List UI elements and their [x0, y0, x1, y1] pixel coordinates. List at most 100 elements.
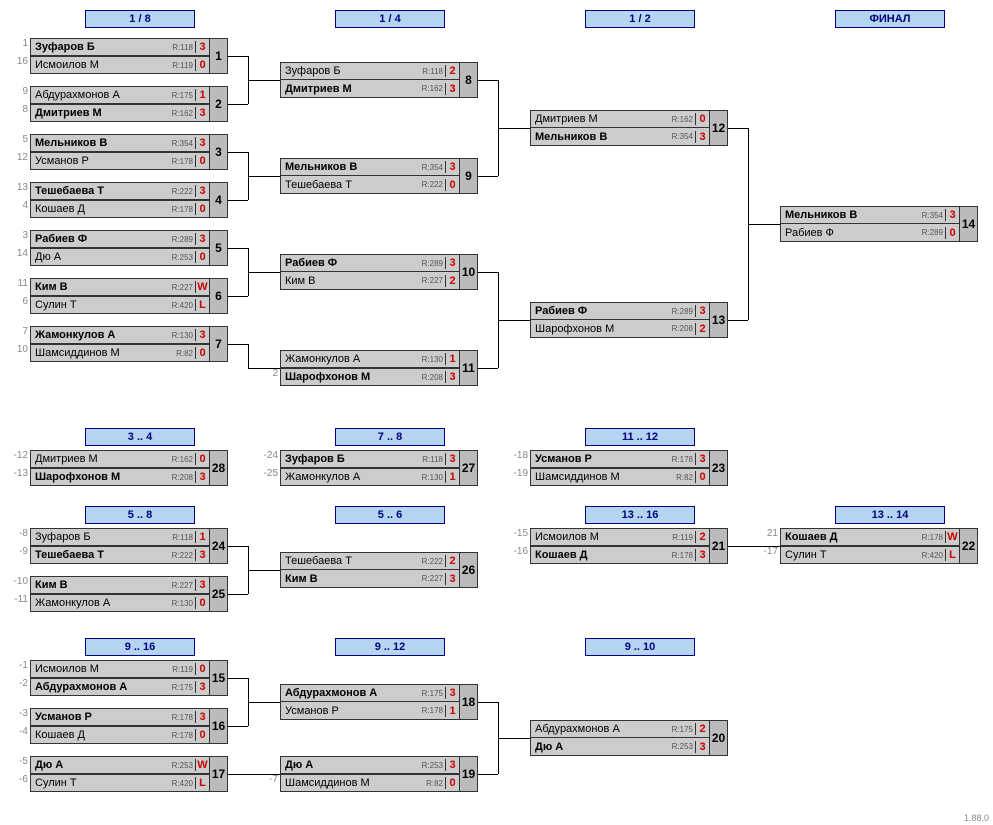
seed: -10 — [10, 576, 28, 587]
player-rating: R:118 — [422, 67, 445, 76]
player-row: Зуфаров БR:1183 — [280, 450, 460, 468]
player-rating: R:178 — [672, 455, 695, 464]
score: 1 — [195, 531, 209, 543]
player-name: Усманов Р — [281, 705, 422, 717]
player-rating: R:227 — [422, 276, 445, 285]
match-id: 24 — [210, 528, 228, 564]
player-row: Абдурахмонов АR:1752 — [530, 720, 710, 738]
player-rating: R:162 — [172, 455, 195, 464]
score: 3 — [445, 453, 459, 465]
match: 7Жамонкулов АR:130310Шамсиддинов МR:8207 — [30, 326, 210, 362]
player-name: Зуфаров Б — [31, 41, 172, 53]
player-name: Мельников В — [531, 131, 672, 143]
score: W — [195, 281, 209, 293]
score: 1 — [445, 353, 459, 365]
player-name: Дю А — [31, 759, 172, 771]
player-name: Жамонкулов А — [31, 329, 172, 341]
match-id: 16 — [210, 708, 228, 744]
player-row: Мельников ВR:3543 — [780, 206, 960, 224]
seed: -4 — [10, 726, 28, 737]
connector-line — [228, 248, 248, 249]
player-name: Усманов Р — [31, 155, 172, 167]
match-id: 27 — [460, 450, 478, 486]
player-rating: R:289 — [422, 259, 445, 268]
player-name: Шарофхонов М — [31, 471, 172, 483]
player-rating: R:178 — [422, 706, 445, 715]
connector-line — [248, 702, 249, 726]
match-id: 1 — [210, 38, 228, 74]
player-row: Усманов РR:1783 — [530, 450, 710, 468]
player-name: Мельников В — [31, 137, 172, 149]
score: 3 — [195, 329, 209, 341]
player-rating: R:82 — [176, 349, 195, 358]
player-rating: R:82 — [676, 473, 695, 482]
player-row: Зуфаров БR:1181 — [30, 528, 210, 546]
score: 2 — [695, 723, 709, 735]
score: 0 — [695, 471, 709, 483]
player-rating: R:253 — [172, 761, 195, 770]
seed: 6 — [10, 296, 28, 307]
player-name: Шарофхонов М — [531, 323, 672, 335]
match: Мельников ВR:3543Рабиев ФR:289014 — [780, 206, 960, 242]
player-row: Мельников ВR:3543 — [30, 134, 210, 152]
seed: -7 — [260, 774, 278, 785]
match: Абдурахмонов АR:1752Дю АR:253320 — [530, 720, 710, 756]
match: -1Исмоилов МR:1190-2Абдурахмонов АR:1753… — [30, 660, 210, 696]
player-row: Шамсиддинов МR:820 — [30, 344, 210, 362]
player-name: Исмоилов М — [31, 59, 172, 71]
match: Жамонкулов АR:13012Шарофхонов МR:208311 — [280, 350, 460, 386]
match: -24Зуфаров БR:1183-25Жамонкулов АR:13012… — [280, 450, 460, 486]
player-rating: R:178 — [922, 533, 945, 542]
player-rating: R:227 — [172, 283, 195, 292]
round-header: 1 / 8 — [85, 10, 195, 28]
match-id: 20 — [710, 720, 728, 756]
round-header: 5 .. 8 — [85, 506, 195, 524]
connector-line — [728, 128, 748, 129]
match: Абдурахмонов АR:1753Усманов РR:178118 — [280, 684, 460, 720]
player-row: Шамсиддинов МR:820 — [530, 468, 710, 486]
player-name: Жамонкулов А — [31, 597, 172, 609]
seed: 2 — [260, 368, 278, 379]
connector-line — [498, 128, 530, 129]
match: -10Ким ВR:2273-11Жамонкулов АR:130025 — [30, 576, 210, 612]
player-name: Кошаев Д — [31, 203, 172, 215]
player-rating: R:354 — [172, 139, 195, 148]
player-rating: R:130 — [172, 599, 195, 608]
match: 21Кошаев ДR:178W-17Сулин ТR:420L22 — [780, 528, 960, 564]
player-row: Рабиев ФR:2893 — [30, 230, 210, 248]
score: 0 — [195, 453, 209, 465]
score: 2 — [695, 323, 709, 335]
connector-line — [228, 546, 248, 547]
player-rating: R:420 — [172, 779, 195, 788]
player-rating: R:289 — [922, 228, 945, 237]
player-rating: R:253 — [672, 742, 695, 751]
player-name: Зуфаров Б — [281, 65, 422, 77]
player-rating: R:354 — [422, 163, 445, 172]
player-row: Шарофхонов МR:2082 — [530, 320, 710, 338]
connector-line — [498, 272, 499, 320]
connector-line — [228, 344, 248, 345]
player-row: Тешебаева ТR:2222 — [280, 552, 460, 570]
player-name: Ким В — [281, 275, 422, 287]
player-row: Кошаев ДR:1780 — [30, 200, 210, 218]
connector-line — [228, 726, 248, 727]
score: 1 — [195, 89, 209, 101]
match-id: 28 — [210, 450, 228, 486]
score: 1 — [445, 705, 459, 717]
score: 1 — [445, 471, 459, 483]
connector-line — [248, 546, 249, 570]
match: -18Усманов РR:1783-19Шамсиддинов МR:8202… — [530, 450, 710, 486]
player-name: Жамонкулов А — [281, 471, 422, 483]
player-name: Шарофхонов М — [281, 371, 422, 383]
round-header: 11 .. 12 — [585, 428, 695, 446]
match: Дмитриев МR:1620Мельников ВR:354312 — [530, 110, 710, 146]
player-row: Кошаев ДR:1783 — [530, 546, 710, 564]
player-name: Абдурахмонов А — [31, 681, 172, 693]
player-name: Исмоилов М — [31, 663, 172, 675]
score: 0 — [445, 777, 459, 789]
score: 0 — [695, 113, 709, 125]
player-row: Тешебаева ТR:2223 — [30, 182, 210, 200]
player-rating: R:354 — [922, 211, 945, 220]
connector-line — [748, 224, 780, 225]
connector-line — [478, 702, 498, 703]
